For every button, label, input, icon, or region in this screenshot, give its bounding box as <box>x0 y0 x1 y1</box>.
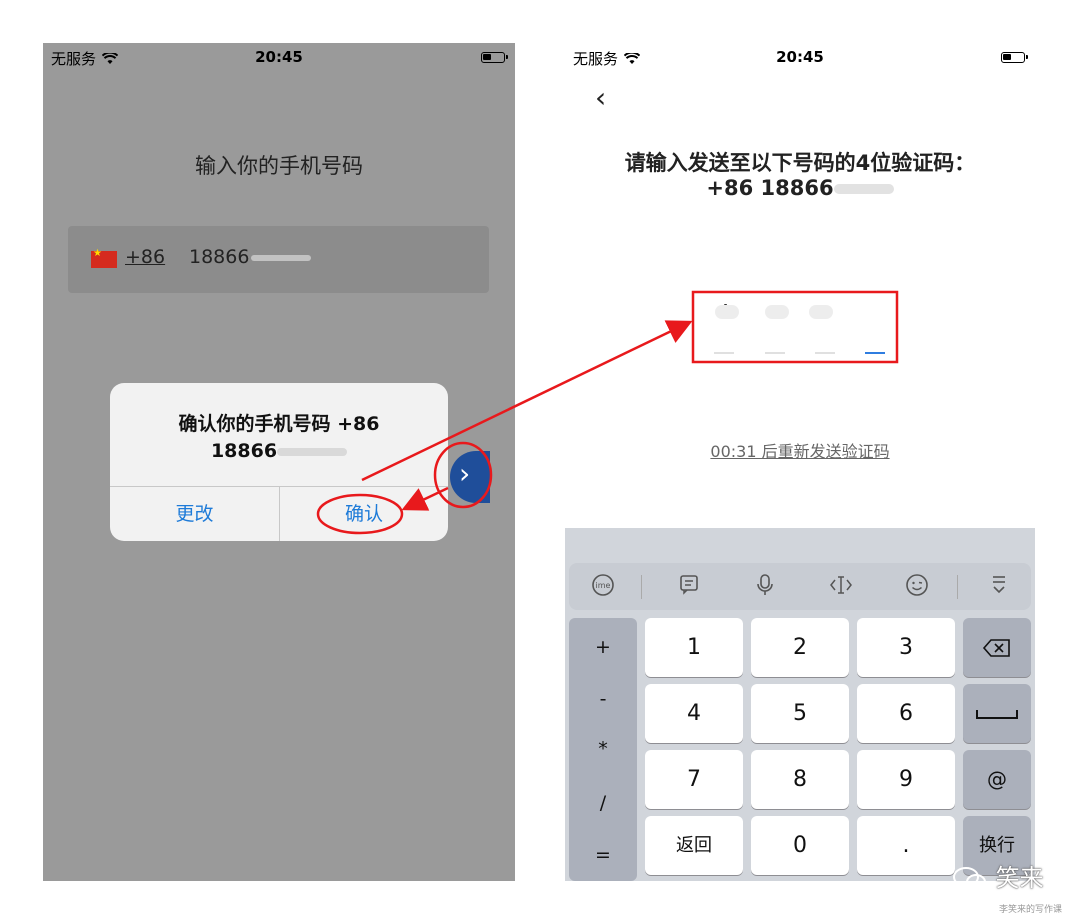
backspace-key[interactable] <box>963 618 1031 677</box>
key-3[interactable]: 3 <box>857 618 955 677</box>
symbol-minus-key[interactable]: - <box>569 688 637 710</box>
dialog-message-line2: 18866 <box>210 440 278 462</box>
left-phone-screen: 无服务 20:45 输入你的手机号码 +86 18866 › 确认你的手机号码 … <box>43 43 515 881</box>
watermark-logo: 笑来 <box>952 858 1044 893</box>
at-key[interactable]: @ <box>963 750 1031 809</box>
phone-input-row[interactable]: +86 18866 <box>68 226 489 293</box>
key-7[interactable]: 7 <box>645 750 743 809</box>
symbol-equals-key[interactable]: = <box>569 844 637 866</box>
back-button[interactable]: ‹ <box>595 81 606 114</box>
symbol-column: + - * / = <box>569 618 637 881</box>
status-time: 20:45 <box>776 48 824 66</box>
numeric-keyboard: ime + - * / = 1 2 3 4 5 6 7 8 9 @ 返回 0 .… <box>565 528 1035 881</box>
redacted-digits <box>277 447 348 456</box>
dialog-message: 确认你的手机号码 +86 18866 <box>120 411 438 465</box>
redacted-digit <box>715 305 739 319</box>
key-5[interactable]: 5 <box>751 684 849 743</box>
code-slot-underline <box>815 352 835 354</box>
code-slot-underline-active <box>865 352 885 354</box>
key-8[interactable]: 8 <box>751 750 849 809</box>
space-icon <box>976 710 1018 719</box>
status-bar: 无服务 20:45 <box>565 43 1035 71</box>
divider <box>957 575 958 599</box>
battery-icon <box>481 52 508 63</box>
ime-icon[interactable]: ime <box>587 573 619 601</box>
chevron-left-icon: ‹ <box>595 81 607 114</box>
symbol-asterisk-key[interactable]: * <box>569 738 637 760</box>
next-button[interactable]: › <box>450 451 490 503</box>
cursor-icon[interactable] <box>825 573 857 601</box>
verification-phone: +86 18866 <box>706 176 834 200</box>
battery-icon <box>1001 52 1028 63</box>
dialog-message-line1: 确认你的手机号码 +86 <box>178 413 380 435</box>
space-key[interactable] <box>963 684 1031 743</box>
code-slot-underline <box>714 352 734 354</box>
phone-number-text: 18866 <box>189 246 250 268</box>
key-1[interactable]: 1 <box>645 618 743 677</box>
divider <box>641 575 642 599</box>
status-bar: 无服务 20:45 <box>43 43 515 71</box>
change-button[interactable]: 更改 <box>110 487 279 541</box>
right-phone-screen: 无服务 20:45 ‹ 请输入发送至以下号码的4位验证码： +86 18866 … <box>565 43 1035 881</box>
phone-number-field[interactable]: 18866 <box>189 246 312 268</box>
key-6[interactable]: 6 <box>857 684 955 743</box>
page-title: 输入你的手机号码 <box>195 154 363 178</box>
collapse-keyboard-icon[interactable] <box>983 573 1015 601</box>
verification-title-line1: 请输入发送至以下号码的4位验证码： <box>624 151 976 175</box>
redacted-digits <box>833 184 894 194</box>
svg-text:ime: ime <box>596 581 611 590</box>
code-slot-underline <box>765 352 785 354</box>
key-9[interactable]: 9 <box>857 750 955 809</box>
symbol-plus-key[interactable]: + <box>569 636 637 658</box>
watermark-text: 笑来 <box>995 864 1044 892</box>
key-2[interactable]: 2 <box>751 618 849 677</box>
microphone-icon[interactable] <box>749 573 781 601</box>
country-code-selector[interactable]: +86 <box>125 246 165 268</box>
clipboard-icon[interactable] <box>673 573 705 601</box>
verification-title: 请输入发送至以下号码的4位验证码： +86 18866 <box>565 151 1035 201</box>
emoji-icon[interactable] <box>901 573 933 601</box>
wechat-icon <box>953 867 986 890</box>
dot-key[interactable]: . <box>857 816 955 875</box>
confirm-phone-dialog: 确认你的手机号码 +86 18866 更改 确认 <box>110 383 448 541</box>
redacted-digits <box>251 254 312 261</box>
redacted-digit <box>809 305 833 319</box>
key-0[interactable]: 0 <box>751 816 849 875</box>
chevron-right-icon: › <box>459 457 471 490</box>
confirm-button[interactable]: 确认 <box>280 487 448 541</box>
symbol-slash-key[interactable]: / <box>569 792 637 814</box>
key-4[interactable]: 4 <box>645 684 743 743</box>
status-time: 20:45 <box>255 48 303 66</box>
watermark-caption: 李笑来的写作课 <box>998 905 1062 915</box>
resend-code-link[interactable]: 00:31 后重新发送验证码 <box>565 438 1035 462</box>
redacted-digit <box>765 305 789 319</box>
return-key[interactable]: 返回 <box>645 816 743 875</box>
backspace-icon <box>982 639 1010 657</box>
china-flag-icon <box>91 248 117 268</box>
keyboard-toolbar: ime <box>569 563 1031 610</box>
